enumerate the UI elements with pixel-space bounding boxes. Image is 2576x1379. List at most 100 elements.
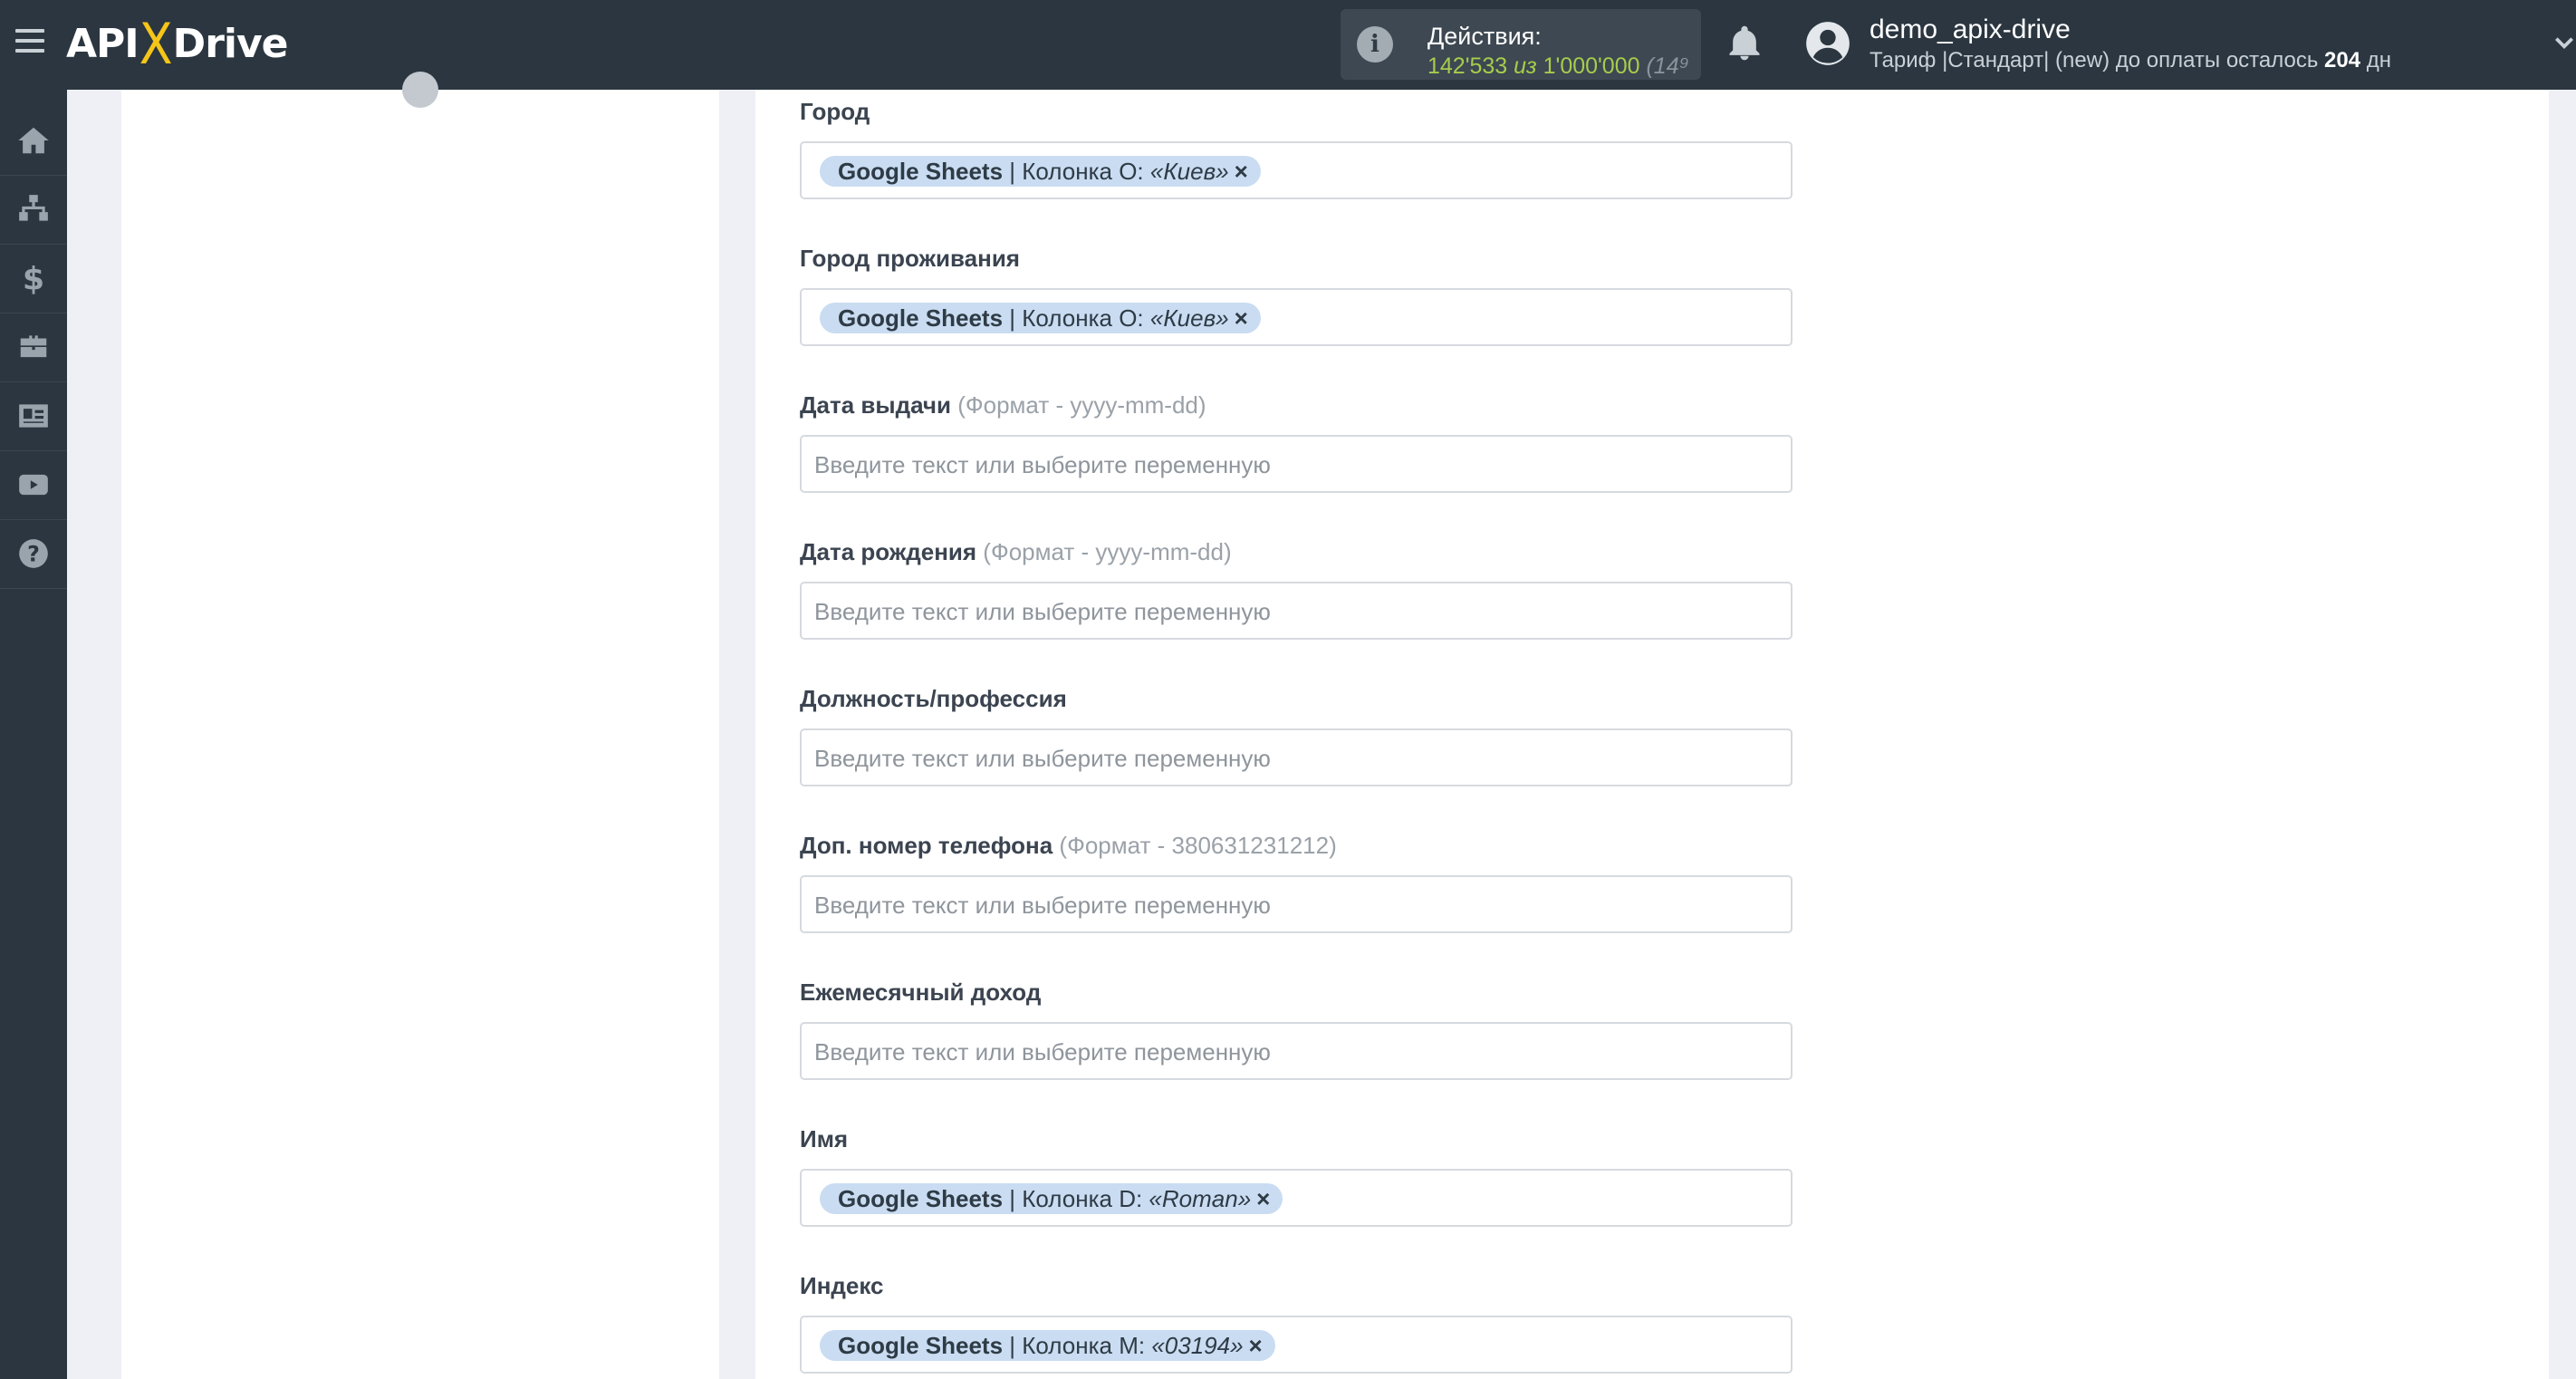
actions-used: 142'533 bbox=[1427, 53, 1508, 79]
top-bar: API X Drive i Действия: 142'533 из 1'000'0… bbox=[0, 0, 2576, 90]
field-label: Город bbox=[800, 96, 1796, 127]
field-label-text: Имя bbox=[800, 1125, 849, 1152]
step-indicator bbox=[402, 72, 438, 108]
input-placeholder: Введите текст или выберите переменную bbox=[814, 745, 1271, 772]
tag-source: Google Sheets bbox=[838, 1332, 1004, 1359]
residence-city-input[interactable]: Google Sheets | Колонка O: «Киев» × bbox=[800, 288, 1793, 346]
monthly-income-input[interactable]: Введите текст или выберите переменную bbox=[800, 1022, 1793, 1080]
sitemap-icon bbox=[19, 195, 48, 221]
briefcase-icon bbox=[20, 335, 47, 358]
field-hint: (Формат - 380631231212) bbox=[1053, 832, 1337, 859]
tariff-suffix: дн bbox=[2366, 48, 2392, 72]
city-input[interactable]: Google Sheets | Колонка O: «Киев» × bbox=[800, 141, 1793, 199]
field-first-name: Имя Google Sheets | Колонка D: «Roman» × bbox=[800, 1123, 1796, 1227]
field-label-text: Ежемесячный доход bbox=[800, 979, 1042, 1006]
input-placeholder: Введите текст или выберите переменную bbox=[814, 1038, 1271, 1066]
field-label: Имя bbox=[800, 1123, 1796, 1154]
bell-icon[interactable] bbox=[1725, 24, 1764, 63]
position-input[interactable]: Введите текст или выберите переменную bbox=[800, 728, 1793, 786]
sidebar-item-home[interactable] bbox=[0, 106, 67, 176]
field-position: Должность/профессия Введите текст или вы… bbox=[800, 683, 1796, 786]
field-birth-date: Дата рождения (Формат - yyyy-mm-dd) Введ… bbox=[800, 536, 1796, 640]
field-monthly-income: Ежемесячный доход Введите текст или выбе… bbox=[800, 977, 1796, 1080]
tag-value: «Киев» bbox=[1149, 158, 1229, 185]
logo-text-x: X bbox=[139, 10, 173, 77]
steps-panel bbox=[121, 72, 719, 1379]
tag-value: «Киев» bbox=[1149, 304, 1229, 332]
tag-value: «03194» bbox=[1151, 1332, 1244, 1359]
logo-text-api: API bbox=[66, 20, 139, 67]
field-city: Город Google Sheets | Колонка O: «Киев» × bbox=[800, 96, 1796, 199]
field-label-text: Дата рождения bbox=[800, 538, 977, 565]
field-label: Индекс bbox=[800, 1270, 1796, 1301]
field-issue-date: Дата выдачи (Формат - yyyy-mm-dd) Введит… bbox=[800, 390, 1796, 493]
video-icon bbox=[19, 474, 48, 496]
remove-tag-icon[interactable]: × bbox=[1235, 156, 1248, 187]
extra-phone-input[interactable]: Введите текст или выберите переменную bbox=[800, 875, 1793, 933]
field-extra-phone: Доп. номер телефона (Формат - 3806312312… bbox=[800, 830, 1796, 933]
field-hint: (Формат - yyyy-mm-dd) bbox=[950, 391, 1206, 419]
field-label: Дата выдачи (Формат - yyyy-mm-dd) bbox=[800, 390, 1796, 420]
tariff-prefix: Тариф |Стандарт| (new) до оплаты осталос… bbox=[1870, 48, 2319, 72]
sidebar-item-help[interactable]: ? bbox=[0, 519, 67, 589]
id-card-icon bbox=[19, 404, 48, 428]
sidebar-item-connections[interactable] bbox=[0, 175, 67, 245]
user-avatar-icon[interactable] bbox=[1804, 20, 1851, 67]
variable-tag[interactable]: Google Sheets | Колонка D: «Roman» × bbox=[820, 1183, 1283, 1214]
actions-rest: (14⁹ bbox=[1646, 53, 1689, 79]
sidebar: $ ? bbox=[0, 90, 67, 1379]
dollar-icon: $ bbox=[23, 262, 44, 295]
field-hint: (Формат - yyyy-mm-dd) bbox=[976, 538, 1232, 565]
actions-title: Действия: bbox=[1427, 23, 1542, 50]
variable-tag[interactable]: Google Sheets | Колонка O: «Киев» × bbox=[820, 156, 1261, 187]
home-icon bbox=[18, 127, 49, 154]
tag-column: | Колонка O: bbox=[1003, 158, 1150, 185]
field-label-text: Город проживания bbox=[800, 245, 1020, 272]
field-label: Город проживания bbox=[800, 243, 1796, 274]
sidebar-item-billing[interactable]: $ bbox=[0, 244, 67, 313]
tag-column: | Колонка M: bbox=[1003, 1332, 1152, 1359]
help-icon: ? bbox=[19, 539, 48, 568]
chevron-down-icon[interactable] bbox=[2552, 31, 2576, 54]
sidebar-item-video[interactable] bbox=[0, 450, 67, 520]
remove-tag-icon[interactable]: × bbox=[1235, 303, 1248, 333]
sidebar-item-services[interactable] bbox=[0, 313, 67, 382]
svg-text:?: ? bbox=[27, 542, 40, 567]
field-label-text: Индекс bbox=[800, 1272, 884, 1299]
tag-value: «Roman» bbox=[1149, 1185, 1252, 1212]
field-label-text: Доп. номер телефона bbox=[800, 832, 1053, 859]
actions-counter[interactable]: i Действия: 142'533 из 1'000'000 (14⁹ bbox=[1341, 9, 1701, 80]
first-name-input[interactable]: Google Sheets | Колонка D: «Roman» × bbox=[800, 1169, 1793, 1227]
actions-total: 1'000'000 bbox=[1543, 53, 1640, 79]
field-label: Доп. номер телефона (Формат - 3806312312… bbox=[800, 830, 1796, 861]
input-placeholder: Введите текст или выберите переменную bbox=[814, 598, 1271, 625]
remove-tag-icon[interactable]: × bbox=[1256, 1183, 1270, 1214]
input-placeholder: Введите текст или выберите переменную bbox=[814, 892, 1271, 919]
sidebar-item-contacts[interactable] bbox=[0, 381, 67, 451]
field-label-text: Город bbox=[800, 98, 870, 125]
field-residence-city: Город проживания Google Sheets | Колонка… bbox=[800, 243, 1796, 346]
field-label: Ежемесячный доход bbox=[800, 977, 1796, 1008]
field-label: Должность/профессия bbox=[800, 683, 1796, 714]
issue-date-input[interactable]: Введите текст или выберите переменную bbox=[800, 435, 1793, 493]
input-placeholder: Введите текст или выберите переменную bbox=[814, 451, 1271, 478]
username[interactable]: demo_apix-drive bbox=[1870, 14, 2071, 45]
variable-tag[interactable]: Google Sheets | Колонка O: «Киев» × bbox=[820, 303, 1261, 333]
logo-text-drive: Drive bbox=[172, 20, 289, 67]
remove-tag-icon[interactable]: × bbox=[1249, 1330, 1263, 1361]
info-icon: i bbox=[1357, 26, 1393, 63]
field-label-text: Дата выдачи bbox=[800, 391, 951, 419]
tag-source: Google Sheets bbox=[838, 1185, 1004, 1212]
tag-column: | Колонка O: bbox=[1003, 304, 1150, 332]
logo[interactable]: API X Drive bbox=[66, 11, 289, 76]
postal-code-input[interactable]: Google Sheets | Колонка M: «03194» × bbox=[800, 1316, 1793, 1374]
tag-source: Google Sheets bbox=[838, 158, 1004, 185]
menu-icon[interactable] bbox=[15, 29, 44, 58]
field-label: Дата рождения (Формат - yyyy-mm-dd) bbox=[800, 536, 1796, 567]
actions-count: 142'533 из 1'000'000 (14⁹ bbox=[1427, 53, 1689, 80]
tag-source: Google Sheets bbox=[838, 304, 1004, 332]
field-label-text: Должность/профессия bbox=[800, 685, 1067, 712]
actions-of: из bbox=[1514, 53, 1537, 79]
variable-tag[interactable]: Google Sheets | Колонка M: «03194» × bbox=[820, 1330, 1275, 1361]
birth-date-input[interactable]: Введите текст или выберите переменную bbox=[800, 582, 1793, 640]
